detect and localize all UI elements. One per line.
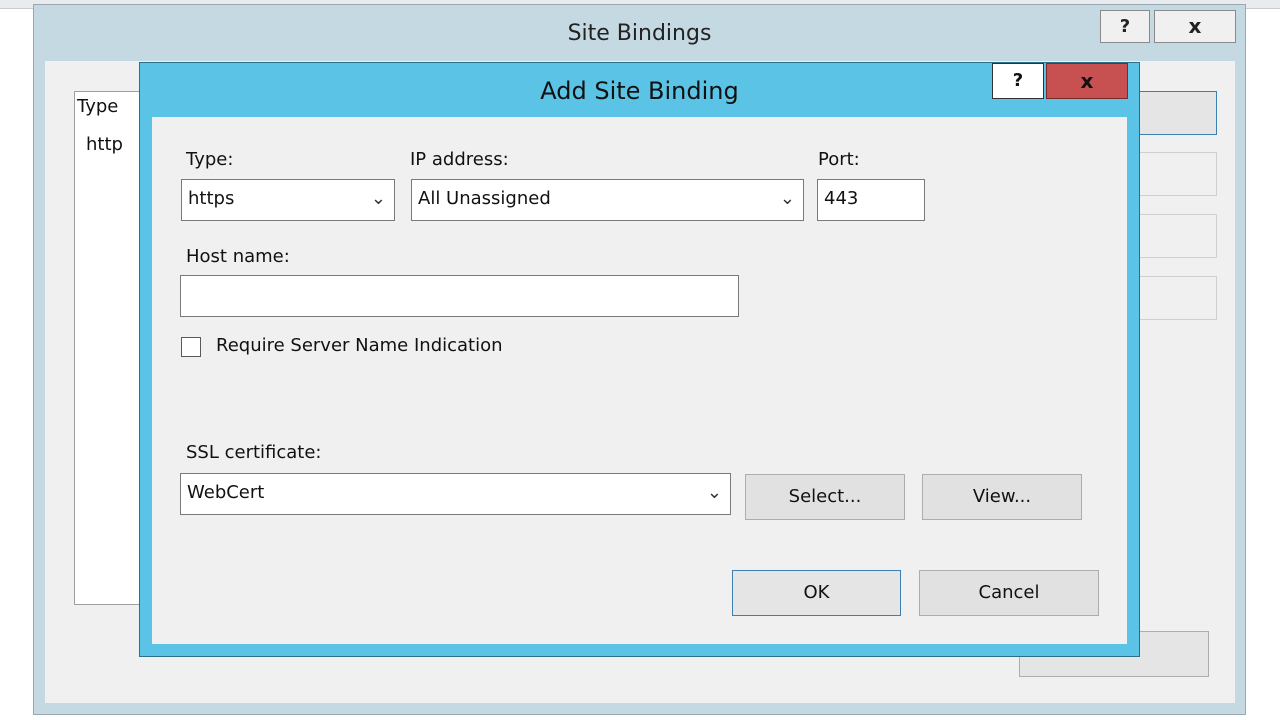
- close-window-button[interactable]: x: [1154, 10, 1236, 43]
- help-button[interactable]: ?: [1100, 10, 1150, 43]
- list-item[interactable]: http: [86, 134, 123, 155]
- column-header-type[interactable]: Type: [77, 96, 118, 117]
- chevron-down-icon: ⌄: [706, 482, 722, 503]
- ssl-certificate-value: WebCert: [187, 482, 265, 503]
- type-value: https: [188, 188, 235, 209]
- sni-label[interactable]: Require Server Name Indication: [216, 335, 503, 356]
- ip-address-value: All Unassigned: [418, 188, 551, 209]
- port-field[interactable]: 443: [817, 179, 925, 221]
- port-label: Port:: [818, 149, 860, 170]
- view-certificate-button[interactable]: View...: [922, 474, 1082, 520]
- dialog-body: Type: https ⌄ IP address: All Unassigned…: [152, 117, 1127, 644]
- type-label: Type:: [186, 149, 234, 170]
- browse-binding-button[interactable]: [1131, 276, 1217, 320]
- ip-address-select[interactable]: All Unassigned ⌄: [411, 179, 804, 221]
- ip-address-label: IP address:: [410, 149, 509, 170]
- type-select[interactable]: https ⌄: [181, 179, 395, 221]
- edit-binding-button[interactable]: [1131, 152, 1217, 196]
- chevron-down-icon: ⌄: [779, 188, 795, 209]
- add-site-binding-dialog: Add Site Binding ? x Type: https ⌄ IP ad…: [139, 62, 1140, 657]
- chevron-down-icon: ⌄: [370, 188, 386, 209]
- close-window-button[interactable]: x: [1046, 63, 1128, 99]
- dialog-title: Site Bindings: [567, 21, 712, 46]
- ok-button[interactable]: OK: [732, 570, 901, 616]
- add-binding-button[interactable]: [1131, 91, 1217, 135]
- dialog-title: Add Site Binding: [540, 77, 739, 105]
- ssl-certificate-label: SSL certificate:: [186, 442, 322, 463]
- remove-binding-button[interactable]: [1131, 214, 1217, 258]
- sni-checkbox[interactable]: [181, 337, 201, 357]
- host-name-field[interactable]: [180, 275, 739, 317]
- select-certificate-button[interactable]: Select...: [745, 474, 905, 520]
- host-name-label: Host name:: [186, 246, 290, 267]
- cancel-button[interactable]: Cancel: [919, 570, 1099, 616]
- ssl-certificate-select[interactable]: WebCert ⌄: [180, 473, 731, 515]
- help-button[interactable]: ?: [992, 63, 1044, 99]
